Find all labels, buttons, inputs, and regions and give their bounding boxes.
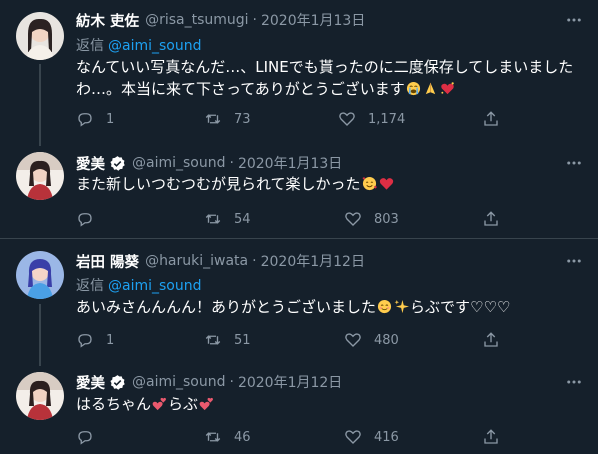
- retweet-count: 54: [234, 211, 251, 227]
- reply-to-link[interactable]: @aimi_sound: [108, 38, 202, 54]
- tweet-text-part: らぶ: [168, 395, 199, 413]
- smiling-face-emoji: [377, 299, 392, 314]
- two-hearts-emoji: [199, 397, 213, 411]
- display-name[interactable]: 岩田 陽葵: [76, 251, 139, 272]
- tweet[interactable]: 紡木 吏佐 @risa_tsumugi · 2020年1月13日 返信 @aimi…: [0, 0, 598, 148]
- more-options-icon[interactable]: [564, 153, 584, 173]
- like-button[interactable]: 1,174: [338, 109, 405, 129]
- reply-button[interactable]: [76, 209, 106, 229]
- avatar[interactable]: [16, 12, 64, 60]
- folded-hands-emoji: [425, 82, 435, 95]
- reply-button[interactable]: 1: [76, 330, 114, 350]
- replying-to: 返信 @aimi_sound: [76, 35, 202, 55]
- verified-badge-icon: [109, 155, 126, 172]
- retweet-count: 73: [234, 111, 251, 127]
- two-hearts-emoji: [152, 397, 166, 411]
- tweet-text-part: あいみさんんんん！ありがとうございました: [76, 298, 377, 316]
- tweet-text: なんていい写真なんだ…、LINEでも貰ったのに二度保存してしまいました わ…。本…: [76, 56, 581, 100]
- reply-button[interactable]: 1: [76, 109, 114, 129]
- user-handle[interactable]: @haruki_iwata: [145, 253, 248, 269]
- like-count: 416: [374, 429, 399, 445]
- display-name[interactable]: 愛美: [76, 372, 105, 393]
- avatar[interactable]: [16, 251, 64, 299]
- reply-icon: [78, 334, 92, 348]
- sparkles-emoji: [394, 299, 410, 314]
- like-count: 1,174: [368, 111, 406, 127]
- retweet-icon: [205, 335, 221, 345]
- display-name[interactable]: 紡木 吏佐: [76, 10, 139, 31]
- retweet-button[interactable]: 73: [204, 109, 251, 129]
- like-button[interactable]: 480: [344, 330, 399, 350]
- retweet-count: 46: [234, 429, 251, 445]
- reply-label: 返信: [76, 278, 104, 294]
- retweet-count: 51: [234, 332, 251, 348]
- more-options-icon[interactable]: [564, 10, 584, 30]
- heart-icon: [345, 212, 361, 226]
- tweet-text-line: なんていい写真なんだ…、LINEでも貰ったのに二度保存してしまいました: [76, 58, 574, 76]
- like-button[interactable]: 803: [344, 209, 399, 229]
- tweet-text: はるちゃん らぶ: [76, 393, 581, 415]
- separator-dot: ·: [252, 253, 257, 269]
- share-icon: [484, 429, 498, 444]
- retweet-button[interactable]: 54: [204, 209, 251, 229]
- verified-badge-icon: [109, 374, 126, 391]
- retweet-button[interactable]: 51: [204, 330, 251, 350]
- avatar[interactable]: [16, 372, 64, 420]
- tweet[interactable]: 愛美 @aimi_sound · 2020年1月13日 また新しいつむつむが見ら…: [0, 148, 598, 238]
- retweet-icon: [205, 214, 221, 224]
- share-icon: [484, 211, 498, 226]
- reply-button[interactable]: [76, 427, 106, 447]
- reply-icon: [78, 213, 92, 227]
- tweet-text-part: はるちゃん: [76, 395, 152, 413]
- reply-icon: [78, 113, 92, 127]
- separator-dot: ·: [252, 12, 257, 28]
- heart-icon: [345, 430, 361, 444]
- red-heart-emoji: [379, 178, 393, 190]
- reply-icon: [78, 431, 92, 445]
- tweet-text-line: わ…。本当に来て下さってありがとうございます: [76, 78, 581, 100]
- tweet-text: あいみさんんんん！ありがとうございました らぶです♡♡♡: [76, 296, 581, 318]
- sparkling-heart-emoji: [441, 82, 454, 95]
- separator-dot: ·: [229, 155, 234, 171]
- tweet-date[interactable]: 2020年1月13日: [261, 10, 365, 30]
- avatar[interactable]: [16, 152, 64, 200]
- user-handle[interactable]: @aimi_sound: [132, 155, 226, 171]
- share-icon: [484, 332, 498, 347]
- tweet-text-part: わ…。本当に来て下さってありがとうございます: [76, 80, 405, 98]
- tweet[interactable]: 愛美 @aimi_sound · 2020年1月12日 はるちゃん らぶ 46 4…: [0, 368, 598, 454]
- share-button[interactable]: [482, 427, 500, 447]
- like-count: 803: [374, 211, 399, 227]
- reply-count: 1: [106, 111, 115, 127]
- tweet-text-part: らぶです♡♡♡: [410, 298, 511, 316]
- reply-to-link[interactable]: @aimi_sound: [108, 278, 202, 294]
- retweet-icon: [205, 114, 221, 124]
- tweet-date[interactable]: 2020年1月12日: [261, 251, 365, 271]
- smiling-face-with-hearts-emoji: [362, 176, 377, 191]
- user-handle[interactable]: @aimi_sound: [132, 374, 226, 390]
- retweet-icon: [205, 432, 221, 442]
- share-icon: [484, 111, 498, 126]
- tweet-date[interactable]: 2020年1月12日: [238, 372, 342, 392]
- share-button[interactable]: [482, 209, 500, 229]
- tweet-date[interactable]: 2020年1月13日: [238, 153, 342, 173]
- more-options-icon[interactable]: [564, 251, 584, 271]
- replying-to: 返信 @aimi_sound: [76, 275, 202, 295]
- share-button[interactable]: [482, 109, 500, 129]
- tweet-text-part: また新しいつむつむが見られて楽しかった: [76, 175, 361, 193]
- reply-count: 1: [106, 332, 115, 348]
- heart-icon: [345, 333, 361, 347]
- tweet[interactable]: 岩田 陽葵 @haruki_iwata · 2020年1月12日 返信 @aimi…: [0, 239, 598, 359]
- share-button[interactable]: [482, 330, 500, 350]
- retweet-button[interactable]: 46: [204, 427, 251, 447]
- crying-face-emoji: [406, 81, 420, 96]
- like-button[interactable]: 416: [344, 427, 399, 447]
- display-name[interactable]: 愛美: [76, 153, 105, 174]
- heart-icon: [339, 112, 355, 126]
- separator-dot: ·: [229, 374, 234, 390]
- more-options-icon[interactable]: [564, 372, 584, 392]
- tweet-text: また新しいつむつむが見られて楽しかった: [76, 173, 581, 195]
- like-count: 480: [374, 332, 399, 348]
- reply-label: 返信: [76, 38, 104, 54]
- user-handle[interactable]: @risa_tsumugi: [145, 12, 248, 28]
